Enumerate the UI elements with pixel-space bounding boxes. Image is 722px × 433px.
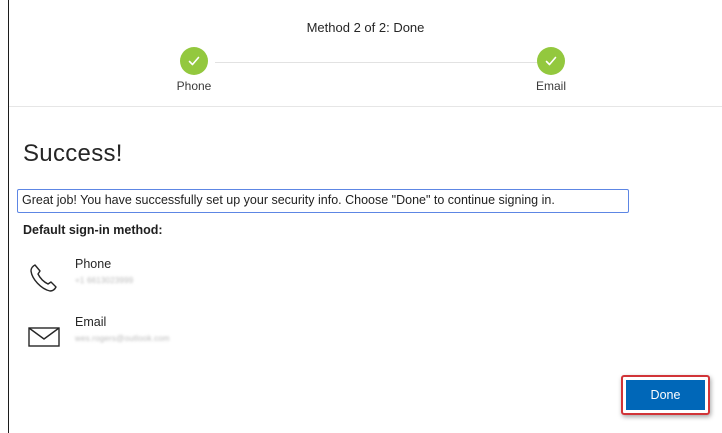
done-button-highlight: Done: [621, 375, 710, 415]
default-method-label: Default sign-in method:: [23, 223, 163, 237]
page-title: Success!: [23, 140, 123, 167]
wizard-step-title: Method 2 of 2: Done: [306, 20, 425, 35]
security-info-wizard: Method 2 of 2: Done Phone Email Success!…: [8, 0, 722, 433]
done-button[interactable]: Done: [626, 380, 705, 410]
method-name-phone: Phone: [75, 257, 112, 271]
progress-line: [215, 62, 540, 63]
step-label-email: Email: [535, 79, 566, 93]
step-label-phone: Phone: [176, 79, 212, 93]
envelope-icon: [28, 327, 60, 347]
method-detail-phone: +1 6613023999: [75, 276, 134, 285]
method-name-email: Email: [75, 315, 107, 329]
wizard-header: Method 2 of 2: Done Phone Email: [9, 0, 722, 107]
success-message: Great job! You have successfully set up …: [17, 189, 629, 213]
phone-icon: [30, 264, 57, 292]
step-phone: Phone: [154, 47, 234, 93]
checkmark-icon: [180, 47, 208, 75]
step-email: Email: [511, 47, 591, 93]
wizard-content: Success! Great job! You have successfull…: [9, 107, 722, 433]
method-detail-email: wes.rogers@outlook.com: [75, 334, 170, 343]
checkmark-icon: [537, 47, 565, 75]
